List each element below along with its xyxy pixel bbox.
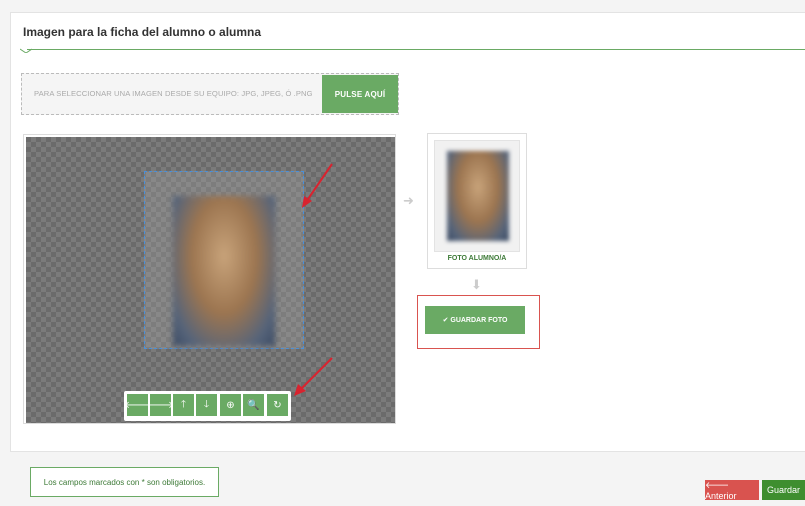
file-select-box[interactable]: PARA SELECCIONAR UNA IMAGEN DESDE SU EQU…: [21, 73, 399, 115]
photo-panel: Imagen para la ficha del alumno o alumna…: [10, 12, 805, 452]
move-group: 🡐 🡒 🡑 🡓: [124, 394, 217, 418]
previous-button[interactable]: 🡐 Anterior: [705, 480, 759, 501]
zoom-out-icon[interactable]: 🔍: [243, 394, 264, 416]
student-photo: [173, 196, 275, 346]
crop-selection-box[interactable]: [144, 171, 304, 349]
arrow-down-icon[interactable]: 🡓: [196, 394, 217, 416]
required-fields-notice: Los campos marcados con * son obligatori…: [30, 467, 219, 497]
flow-right-arrow-icon: ➜: [403, 193, 414, 208]
reset-group: ↻: [267, 394, 288, 418]
zoom-in-icon[interactable]: ⊕: [220, 394, 241, 416]
flow-down-arrow-icon: ⬇: [471, 277, 482, 292]
crop-canvas[interactable]: 🡐 🡒 🡑 🡓 ⊕ 🔍 ↻: [26, 137, 395, 423]
annotation-arrow-bottom: [294, 357, 333, 396]
preview-card: [427, 133, 527, 269]
preview-frame: [434, 140, 520, 252]
arrow-right-icon[interactable]: 🡒: [147, 394, 174, 416]
crop-toolbar: 🡐 🡒 🡑 🡓 ⊕ 🔍 ↻: [124, 391, 291, 421]
file-select-instruction: PARA SELECCIONAR UNA IMAGEN DESDE SU EQU…: [34, 89, 313, 98]
annotation-arrow-top: [302, 163, 333, 208]
panel-title: Imagen para la ficha del alumno o alumna: [23, 25, 262, 39]
panel-rule: [27, 49, 805, 50]
arrow-up-icon[interactable]: 🡑: [173, 394, 194, 416]
crop-area: 🡐 🡒 🡑 🡓 ⊕ 🔍 ↻: [23, 134, 396, 424]
select-image-button[interactable]: PULSE AQUÍ: [322, 75, 398, 113]
save-photo-button[interactable]: ✔ GUARDAR FOTO: [425, 306, 525, 334]
preview-caption: FOTO ALUMNO/A: [447, 255, 507, 262]
zoom-group: ⊕ 🔍: [220, 394, 264, 418]
save-button[interactable]: Guardar: [762, 480, 805, 500]
refresh-icon[interactable]: ↻: [267, 394, 288, 416]
preview-photo: [447, 151, 509, 241]
arrow-left-icon[interactable]: 🡐: [124, 394, 151, 416]
